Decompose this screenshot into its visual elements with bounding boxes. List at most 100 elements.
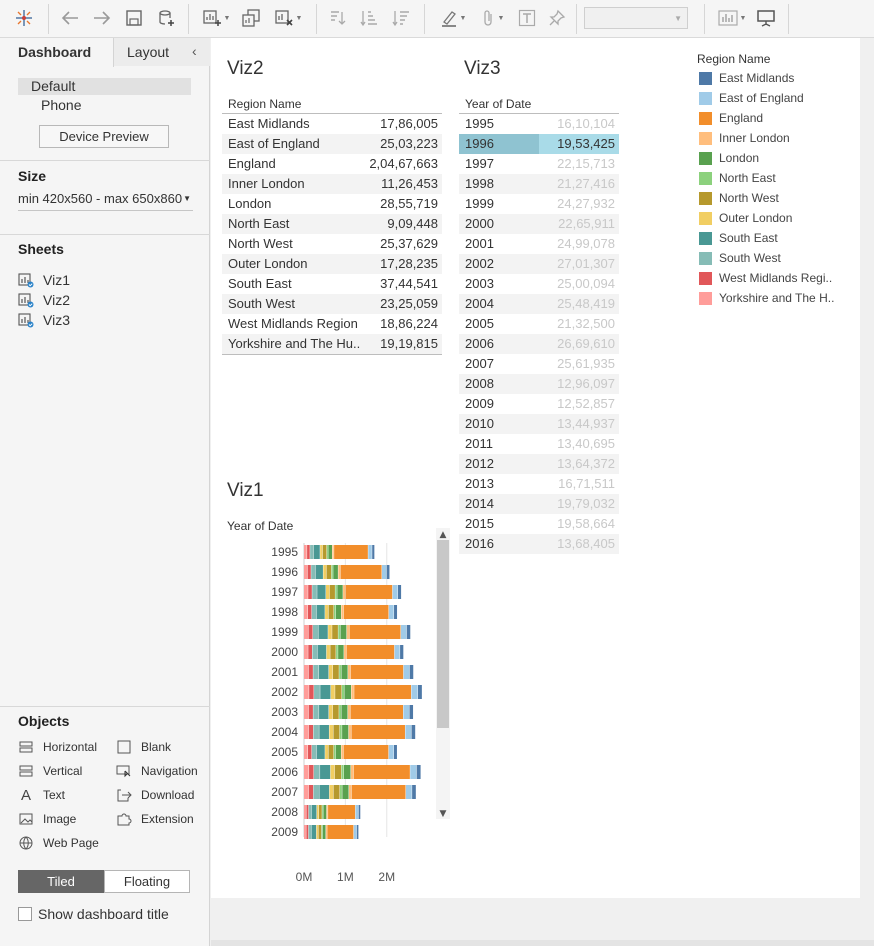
sort-ascending-icon[interactable] (358, 6, 380, 30)
viz1-chart[interactable]: 1995 1996 1997 1998 1999 2000 2001 2002 2003 2004… (211, 528, 471, 888)
bar-segment[interactable] (331, 565, 333, 579)
bar-segment[interactable] (304, 545, 307, 559)
bar-segment[interactable] (316, 745, 325, 759)
bar-segment[interactable] (348, 725, 352, 739)
bar-segment[interactable] (330, 685, 335, 699)
bar-segment[interactable] (343, 765, 351, 779)
scrollbar-thumb[interactable] (437, 540, 449, 728)
bar-segment[interactable] (334, 605, 336, 619)
bar-segment[interactable] (368, 545, 372, 559)
table-row[interactable]: Yorkshire and The Hu.. 19,19,815 (222, 334, 442, 354)
bar-segment[interactable] (350, 765, 354, 779)
table-row[interactable]: 2012 13,64,372 (459, 454, 619, 474)
bar-segment[interactable] (322, 825, 326, 839)
bar-segment[interactable] (335, 685, 342, 699)
scroll-up-icon[interactable]: ▲ (440, 530, 447, 540)
table-row[interactable]: 1999 24,27,932 (459, 194, 619, 214)
table-row[interactable]: 2014 19,79,032 (459, 494, 619, 514)
bar-segment[interactable] (409, 665, 414, 679)
bar-segment[interactable] (343, 745, 389, 759)
table-row[interactable]: 2001 24,99,078 (459, 234, 619, 254)
bar-segment[interactable] (304, 745, 308, 759)
bar-segment[interactable] (343, 605, 389, 619)
bar-segment[interactable] (405, 725, 412, 739)
table-row[interactable]: South West 23,25,059 (222, 294, 442, 314)
bar-segment[interactable] (394, 645, 400, 659)
bar-segment[interactable] (351, 785, 406, 799)
bar-segment[interactable] (411, 725, 416, 739)
bar-segment[interactable] (308, 705, 313, 719)
bar-segment[interactable] (306, 825, 309, 839)
bar-segment[interactable] (304, 665, 309, 679)
table-row[interactable]: 2003 25,00,094 (459, 274, 619, 294)
bar-segment[interactable] (323, 565, 327, 579)
legend-item[interactable]: London (699, 151, 759, 165)
bar-segment[interactable] (308, 825, 312, 839)
new-datasource-icon[interactable] (156, 6, 178, 30)
bar-segment[interactable] (344, 645, 347, 659)
bar-segment[interactable] (329, 725, 334, 739)
device-default[interactable]: Default (18, 78, 191, 95)
table-row[interactable]: 2005 21,32,500 (459, 314, 619, 334)
bar-segment[interactable] (388, 745, 394, 759)
bar-segment[interactable] (309, 765, 314, 779)
legend-item[interactable]: North West (699, 191, 779, 205)
object-image[interactable]: Image (18, 812, 76, 826)
bar-segment[interactable] (325, 745, 329, 759)
fit-dropdown[interactable]: ▼ (584, 7, 688, 29)
bar-segment[interactable] (304, 825, 306, 839)
bar-segment[interactable] (319, 705, 329, 719)
table-row[interactable]: East Midlands 17,86,005 (222, 114, 442, 134)
redo-icon[interactable] (92, 6, 112, 30)
bar-segment[interactable] (328, 665, 333, 679)
bar-segment[interactable] (411, 685, 418, 699)
table-row[interactable]: West Midlands Region 18,86,224 (222, 314, 442, 334)
bar-segment[interactable] (307, 605, 312, 619)
clear-icon[interactable]: ▼ (270, 6, 306, 30)
bar-segment[interactable] (304, 605, 308, 619)
bar-segment[interactable] (320, 765, 331, 779)
bar-segment[interactable] (334, 545, 368, 559)
bar-segment[interactable] (306, 805, 309, 819)
bar-segment[interactable] (394, 605, 398, 619)
legend-item[interactable]: North East (699, 171, 776, 185)
checkbox-box[interactable] (18, 907, 32, 921)
bar-segment[interactable] (388, 605, 394, 619)
bar-segment[interactable] (321, 825, 323, 839)
bar-segment[interactable] (328, 605, 334, 619)
bar-segment[interactable] (304, 625, 309, 639)
bar-segment[interactable] (412, 785, 416, 799)
bar-segment[interactable] (400, 625, 407, 639)
table-row[interactable]: 2008 12,96,097 (459, 374, 619, 394)
bar-segment[interactable] (335, 605, 342, 619)
legend-item[interactable]: East of England (699, 91, 804, 105)
object-text[interactable]: A Text (18, 787, 65, 804)
bar-segment[interactable] (304, 785, 309, 799)
object-navigation[interactable]: Navigation (116, 764, 198, 778)
bar-segment[interactable] (327, 825, 354, 839)
bar-segment[interactable] (355, 805, 359, 819)
object-blank[interactable]: Blank (116, 740, 171, 754)
table-row[interactable]: 2000 22,65,911 (459, 214, 619, 234)
bar-segment[interactable] (403, 665, 410, 679)
bar-segment[interactable] (382, 565, 387, 579)
bar-segment[interactable] (304, 565, 308, 579)
bar-segment[interactable] (348, 785, 352, 799)
bar-segment[interactable] (307, 565, 311, 579)
legend-item[interactable]: Outer London (699, 211, 792, 225)
bar-segment[interactable] (328, 745, 334, 759)
bar-segment[interactable] (319, 785, 330, 799)
tab-dashboard[interactable]: Dashboard (0, 38, 114, 67)
bar-segment[interactable] (343, 585, 346, 599)
bar-segment[interactable] (336, 645, 338, 659)
bar-segment[interactable] (326, 805, 328, 819)
bar-segment[interactable] (372, 545, 375, 559)
bar-segment[interactable] (332, 665, 339, 679)
bar-segment[interactable] (346, 625, 350, 639)
highlight-icon[interactable]: ▼ (436, 6, 470, 30)
bar-segment[interactable] (349, 625, 401, 639)
table-row[interactable]: 2011 13,40,695 (459, 434, 619, 454)
bar-segment[interactable] (344, 685, 352, 699)
bar-segment[interactable] (351, 685, 354, 699)
bar-segment[interactable] (341, 605, 344, 619)
